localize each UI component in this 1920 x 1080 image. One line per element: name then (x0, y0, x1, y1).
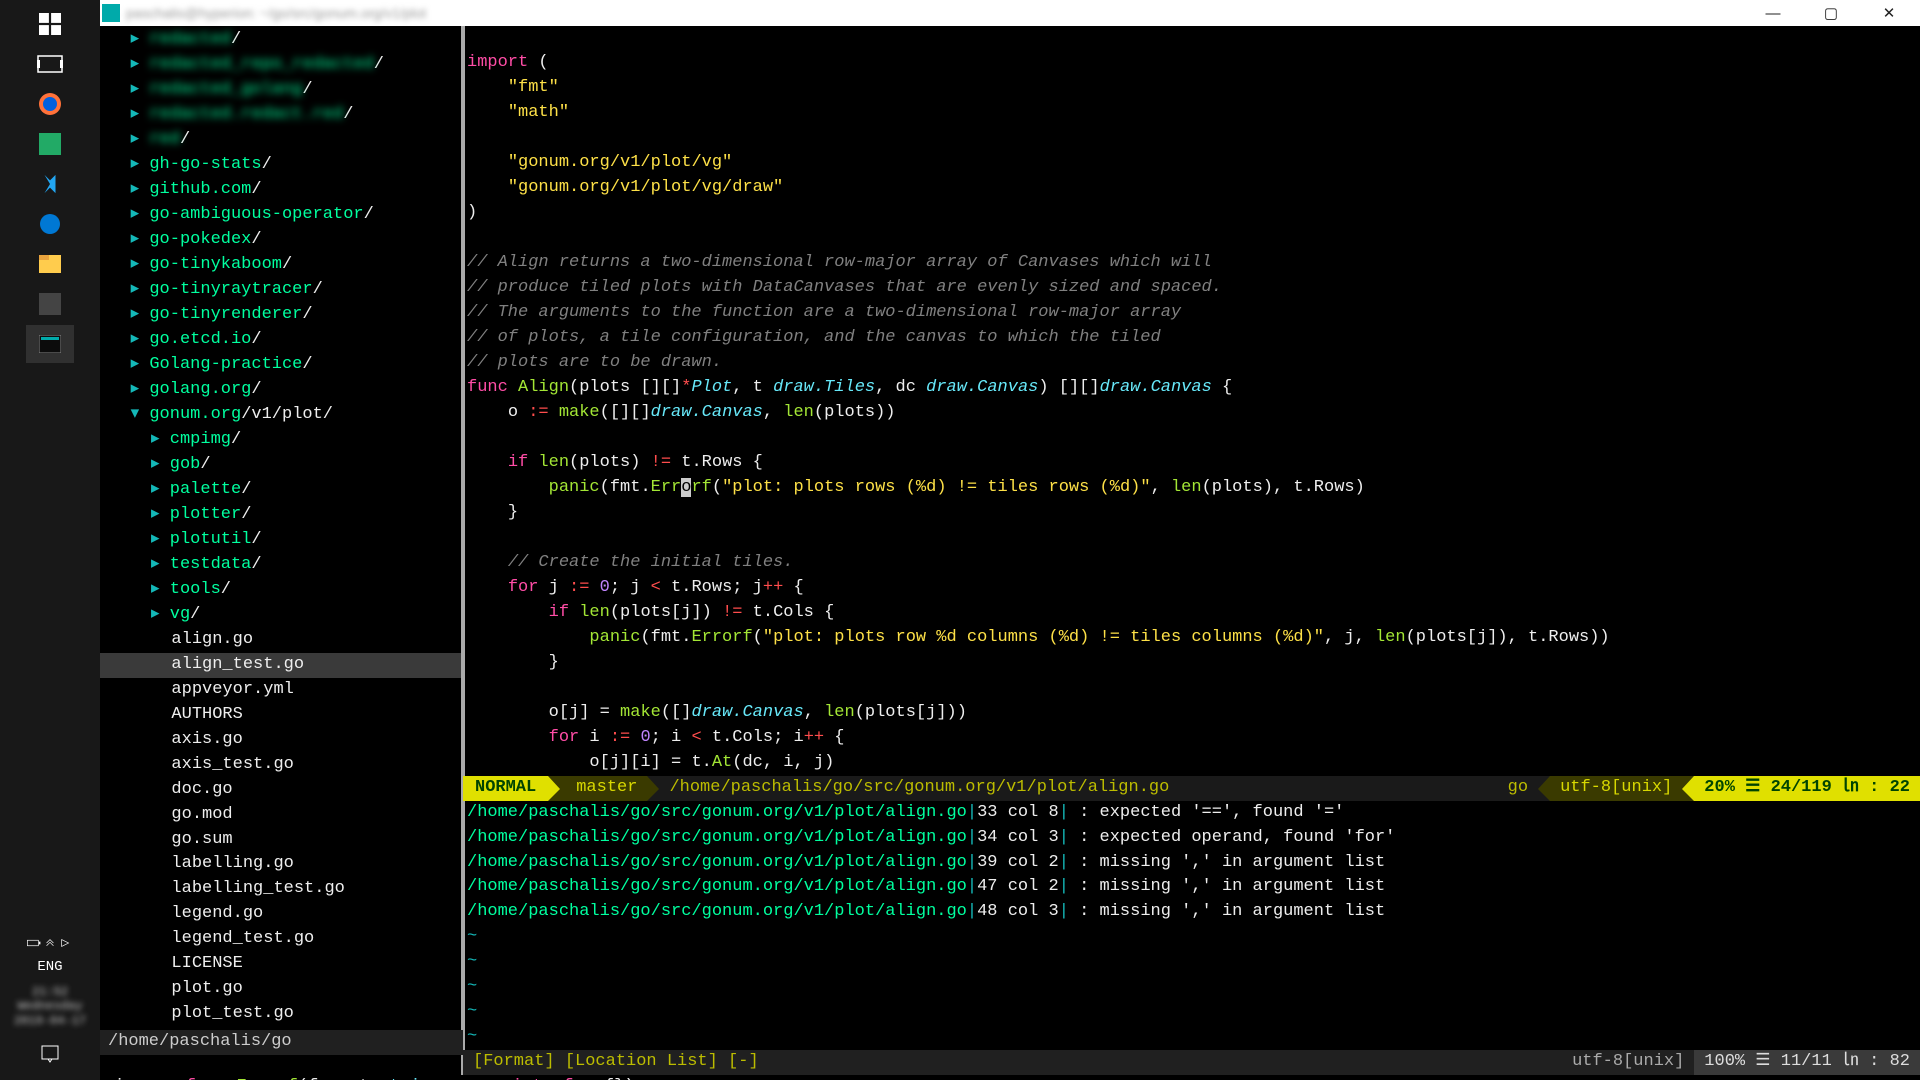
tree-file[interactable]: LICENSE (100, 952, 461, 977)
tree-dir[interactable]: ▸ red/ (100, 128, 461, 153)
status-line: NORMAL master /home/paschalis/go/src/gon… (463, 776, 1920, 801)
vim-cmdline: vim-go: func Errorf(format string, a ...… (100, 1075, 1920, 1080)
clock[interactable]: 21:52 Wednesday 2019-04-17 (14, 985, 86, 1028)
terminal-icon[interactable] (26, 325, 74, 363)
tree-dir[interactable]: ▸ redacted_repo_redacted/ (100, 53, 461, 78)
status-encoding: utf-8[unix] (1550, 776, 1682, 801)
qf-status-label: [Format] [Location List] [-] (463, 1050, 1562, 1075)
tree-file[interactable]: go.sum (100, 828, 461, 853)
tree-dir[interactable]: ▸ palette/ (100, 478, 461, 503)
tree-dir[interactable]: ▸ go-tinykaboom/ (100, 253, 461, 278)
quickfix-entry[interactable]: /home/paschalis/go/src/gonum.org/v1/plot… (467, 851, 1920, 876)
tree-dir[interactable]: ▸ go-pokedex/ (100, 228, 461, 253)
tree-dir[interactable]: ▸ go-tinyrenderer/ (100, 303, 461, 328)
tree-file[interactable]: legend_test.go (100, 927, 461, 952)
language-indicator[interactable]: ENG (37, 959, 62, 975)
vim-mode: NORMAL (463, 776, 548, 801)
terminal-window: paschalis@hyperion: ~/go/src/gonum.org/v… (100, 0, 1920, 1080)
code-area[interactable]: import ( "fmt" "math" "gonum.org/v1/plot… (463, 26, 1920, 776)
window-titlebar[interactable]: paschalis@hyperion: ~/go/src/gonum.org/v… (100, 0, 1920, 26)
tree-dir[interactable]: ▸ go-ambiguous-operator/ (100, 203, 461, 228)
tree-dir[interactable]: ▸ go.etcd.io/ (100, 328, 461, 353)
tree-file[interactable]: doc.go (100, 778, 461, 803)
tree-file[interactable]: align.go (100, 628, 461, 653)
app-icon-1[interactable] (26, 125, 74, 163)
quickfix-list[interactable]: /home/paschalis/go/src/gonum.org/v1/plot… (463, 801, 1920, 1051)
firefox-icon[interactable] (26, 85, 74, 123)
start-icon[interactable] (26, 5, 74, 43)
tree-dir[interactable]: ▸ github.com/ (100, 178, 461, 203)
app-icon-2[interactable] (26, 205, 74, 243)
tree-dir[interactable]: ▸ redacted/ (100, 28, 461, 53)
tree-dir[interactable]: ▸ Golang-practice/ (100, 353, 461, 378)
window-title: paschalis@hyperion: ~/go/src/gonum.org/v… (126, 5, 426, 21)
tree-dir[interactable]: ▸ redacted_golang/ (100, 78, 461, 103)
app-icon (102, 4, 120, 22)
tree-file[interactable]: legend.go (100, 902, 461, 927)
notifications-icon[interactable] (26, 1035, 74, 1073)
tree-file[interactable]: plot_test.go (100, 1002, 461, 1027)
tree-file[interactable]: align_test.go (100, 653, 461, 678)
minimize-button[interactable]: — (1744, 0, 1802, 26)
taskview-icon[interactable] (26, 45, 74, 83)
tree-file[interactable]: appveyor.yml (100, 678, 461, 703)
editor-pane[interactable]: import ( "fmt" "math" "gonum.org/v1/plot… (463, 26, 1920, 1075)
quickfix-entry[interactable]: /home/paschalis/go/src/gonum.org/v1/plot… (467, 801, 1920, 826)
tree-file[interactable]: axis_test.go (100, 753, 461, 778)
tree-dir[interactable]: ▸ redacted.redact.red/ (100, 103, 461, 128)
tree-status: /home/paschalis/go (100, 1030, 463, 1055)
file-tree[interactable]: ▸ redacted/ ▸ redacted_repo_redacted/ ▸ … (100, 26, 463, 1075)
git-branch: master (560, 776, 647, 801)
quickfix-entry[interactable]: /home/paschalis/go/src/gonum.org/v1/plot… (467, 875, 1920, 900)
tree-file[interactable]: go.mod (100, 803, 461, 828)
tree-dir[interactable]: ▸ testdata/ (100, 553, 461, 578)
windows-taskbar: ENG 21:52 Wednesday 2019-04-17 (0, 0, 100, 1080)
status-filetype: go (1498, 776, 1538, 801)
tree-dir[interactable]: ▸ tools/ (100, 578, 461, 603)
tree-file[interactable]: labelling.go (100, 852, 461, 877)
empty-line-tilde: ~ (467, 1000, 1920, 1025)
app-icon-3[interactable] (26, 285, 74, 323)
tree-dir[interactable]: ▸ cmpimg/ (100, 428, 461, 453)
tree-file[interactable]: AUTHORS (100, 703, 461, 728)
explorer-icon[interactable] (26, 245, 74, 283)
empty-line-tilde: ~ (467, 925, 1920, 950)
tree-file[interactable]: labelling_test.go (100, 877, 461, 902)
status-file: /home/paschalis/go/src/gonum.org/v1/plot… (659, 776, 1497, 801)
empty-line-tilde: ~ (467, 1025, 1920, 1050)
tree-dir[interactable]: ▸ gh-go-stats/ (100, 153, 461, 178)
maximize-button[interactable]: ▢ (1802, 0, 1860, 26)
qf-status-position: 100% ☰ 11/11 ㏑ : 82 (1694, 1050, 1920, 1075)
tree-file[interactable]: axis.go (100, 728, 461, 753)
tree-dir[interactable]: ▸ plotutil/ (100, 528, 461, 553)
tray-icons[interactable] (26, 932, 74, 954)
tree-dir[interactable]: ▸ golang.org/ (100, 378, 461, 403)
vscode-icon[interactable] (26, 165, 74, 203)
qf-status-encoding: utf-8[unix] (1562, 1050, 1694, 1075)
tree-dir[interactable]: ▸ gob/ (100, 453, 461, 478)
empty-line-tilde: ~ (467, 975, 1920, 1000)
quickfix-status-line: [Format] [Location List] [-] utf-8[unix]… (463, 1050, 1920, 1075)
empty-line-tilde: ~ (467, 950, 1920, 975)
close-button[interactable]: ✕ (1860, 0, 1918, 26)
tree-dir[interactable]: ▾ gonum.org/v1/plot/ (100, 403, 461, 428)
quickfix-entry[interactable]: /home/paschalis/go/src/gonum.org/v1/plot… (467, 900, 1920, 925)
tree-dir[interactable]: ▸ plotter/ (100, 503, 461, 528)
status-position: 20% ☰ 24/119 ㏑ : 22 (1694, 776, 1920, 801)
quickfix-entry[interactable]: /home/paschalis/go/src/gonum.org/v1/plot… (467, 826, 1920, 851)
tree-dir[interactable]: ▸ go-tinyraytracer/ (100, 278, 461, 303)
tree-dir[interactable]: ▸ vg/ (100, 603, 461, 628)
tree-file[interactable]: plot.go (100, 977, 461, 1002)
